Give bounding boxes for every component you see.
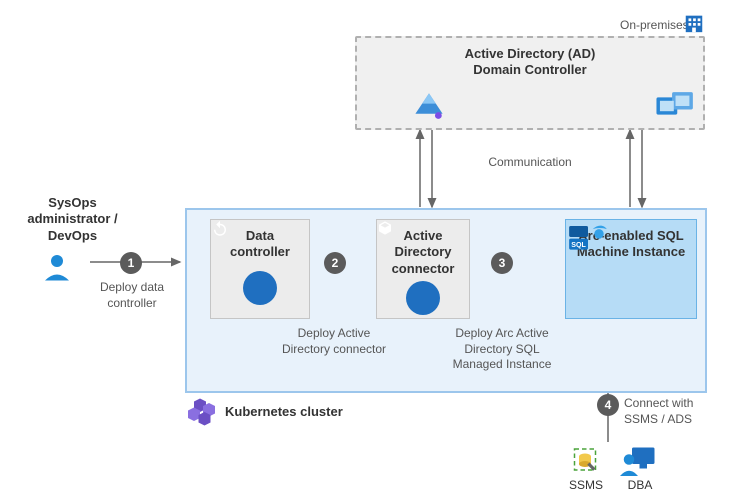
arc-sql-box: Arc-enabled SQL Machine Instance SQL	[565, 219, 697, 319]
persona-label: SysOps administrator / DevOps	[20, 195, 125, 244]
step-2-label: Deploy ActiveDirectory connector	[274, 326, 394, 357]
onprem-tag: On-premises	[620, 18, 689, 32]
data-controller-box: Data controller	[210, 219, 310, 319]
ssms-label: SSMS	[568, 478, 604, 492]
svg-text:SQL: SQL	[571, 242, 586, 249]
onprem-title: Active Directory (AD) Domain Controller	[357, 38, 703, 79]
step-4: 4	[597, 394, 619, 416]
ad-connector-box: Active Directory connector	[376, 219, 470, 319]
cluster-label: Kubernetes cluster	[225, 404, 343, 419]
refresh-icon	[243, 271, 277, 305]
onprem-box: Active Directory (AD) Domain Controller	[355, 36, 705, 130]
step-4-label: Connect withSSMS / ADS	[624, 396, 714, 427]
cube-icon	[406, 281, 440, 315]
dba-label: DBA	[624, 478, 656, 492]
building-icon	[683, 12, 705, 34]
step-3-label: Deploy Arc ActiveDirectory SQLManaged In…	[442, 326, 562, 373]
step-3: 3	[491, 252, 513, 274]
step-1: 1	[120, 252, 142, 274]
step-1-label: Deploy datacontroller	[92, 280, 172, 311]
step-2: 2	[324, 252, 346, 274]
communication-label: Communication	[470, 155, 590, 171]
